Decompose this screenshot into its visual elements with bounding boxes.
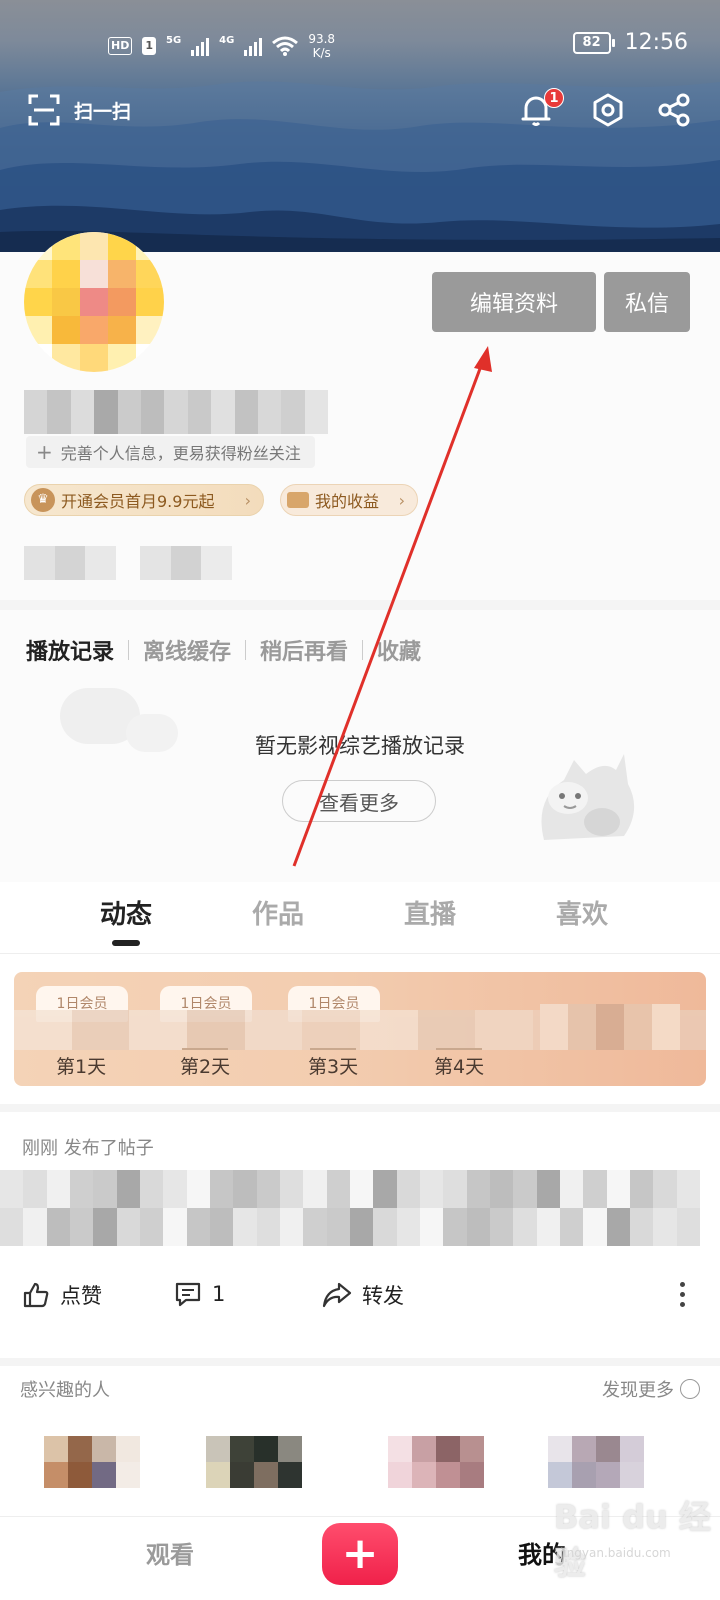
chevron-circle-icon [680,1379,700,1399]
like-label: 点赞 [60,1284,102,1308]
suggested-user-avatar[interactable] [388,1436,484,1488]
suggested-user-avatar[interactable] [44,1436,140,1488]
avatar[interactable] [24,232,164,372]
like-button[interactable]: 点赞 [22,1280,102,1310]
notification-badge: 1 [544,88,564,108]
profile-card: 编辑资料 私信 + 完善个人信息，更易获得粉丝关注 ♛ 开通会员首月9.9元起 … [0,232,720,600]
post-actions: 点赞 1 转发 [0,1272,720,1320]
comment-count: 1 [212,1282,226,1306]
network-speed: 93.8 K/s [308,32,336,60]
clock: 12:56 [624,30,688,55]
status-bar: HD 1 5G 4G 93.8 K/s 82 12:56 [0,26,720,66]
message-button[interactable]: 私信 [604,272,690,332]
sim-indicator: 1 [142,37,156,55]
share-button[interactable] [656,92,696,132]
progress-segment [182,1048,228,1050]
settings-button[interactable] [590,92,630,132]
tab-separator [128,640,130,660]
chevron-right-icon: › [244,490,251,510]
scan-label: 扫一扫 [74,100,132,123]
plus-icon: + [36,440,53,464]
vip-promo-text: 开通会员首月9.9元起 [61,492,215,511]
suggested-user-avatar[interactable] [206,1436,302,1488]
checkin-day: 第1天 [56,1056,107,1078]
hd-indicator: HD [108,37,133,55]
settings-icon [593,93,623,127]
scan-icon [28,94,60,126]
checkin-day: 第2天 [180,1056,231,1078]
tab-watch-later[interactable]: 稍后再看 [260,634,348,666]
notification-button[interactable]: 1 [518,88,564,132]
tab-live[interactable]: 直播 [404,894,456,931]
tab-play-history[interactable]: 播放记录 [26,634,114,666]
edit-profile-button[interactable]: 编辑资料 [432,272,596,332]
crown-icon: ♛ [31,488,55,512]
tab-separator [362,640,364,660]
complete-profile-hint[interactable]: + 完善个人信息，更易获得粉丝关注 [26,436,315,468]
share-label: 转发 [362,1284,404,1308]
earnings-button[interactable]: 我的收益 › [280,484,418,516]
profile-banner: HD 1 5G 4G 93.8 K/s 82 12:56 扫一扫 1 [0,0,720,252]
progress-segment [436,1048,482,1050]
tab-offline-cache[interactable]: 离线缓存 [143,634,231,666]
comment-icon [175,1282,201,1307]
baidu-watermark: Bai du 经验 jingyan.baidu.com [554,1466,714,1600]
battery-icon: 82 [572,31,615,54]
checkin-action-redacted[interactable] [540,1004,680,1050]
view-more-button[interactable]: 查看更多 [282,780,436,822]
share-icon [658,93,690,127]
vip-promo-button[interactable]: ♛ 开通会员首月9.9元起 › [24,484,264,516]
create-button[interactable]: + [322,1523,398,1585]
wallet-icon [287,492,309,508]
post-meta: 刚刚 发布了帖子 [22,1138,154,1159]
username-redacted [24,390,329,434]
network-type-2: 4G [219,34,235,46]
mascot-illustration [541,754,635,840]
wifi-icon [272,36,299,56]
history-tabs: 播放记录 离线缓存 稍后再看 收藏 [26,634,421,666]
tab-separator [245,640,247,660]
complete-profile-text: 完善个人信息，更易获得粉丝关注 [60,444,301,463]
forward-icon [322,1282,352,1308]
progress-segment [310,1048,356,1050]
signal-icon [191,36,210,56]
tab-activity[interactable]: 动态 [100,894,152,946]
tab-favorites[interactable]: 收藏 [377,634,421,666]
checkin-day: 第4天 [434,1056,485,1078]
tab-works[interactable]: 作品 [252,894,304,931]
tab-likes[interactable]: 喜欢 [556,894,608,931]
signal-icon-2 [244,36,263,56]
top-actions: 扫一扫 1 [0,84,720,140]
checkin-card[interactable]: 1日会员 1日会员 1日会员 第1天 第2天 第3天 第4天 [14,972,706,1086]
more-options-icon[interactable] [680,1282,686,1312]
post-content-redacted[interactable] [0,1170,700,1246]
share-post-button[interactable]: 转发 [322,1280,404,1310]
stats-redacted [24,546,233,580]
checkin-section: 1日会员 1日会员 1日会员 第1天 第2天 第3天 第4天 [0,954,720,1104]
content-tabs: 动态 作品 直播 喜欢 [0,882,720,954]
checkin-day: 第3天 [308,1056,359,1078]
network-type-1: 5G [166,34,182,46]
nav-watch[interactable]: 观看 [146,1535,194,1570]
comment-button[interactable]: 1 [174,1280,225,1308]
scan-button[interactable]: 扫一扫 [28,94,131,126]
watermark-logo: Bai du 经验 [554,1498,711,1582]
thumbs-up-icon [23,1282,49,1308]
post-card: 刚刚 发布了帖子 点赞 1 转发 [0,1112,720,1358]
active-tab-indicator [112,940,140,946]
earnings-text: 我的收益 [315,492,380,511]
chevron-right-icon: › [398,490,405,510]
interest-title: 感兴趣的人 [20,1380,110,1401]
history-section: 播放记录 离线缓存 稍后再看 收藏 暂无影视综艺播放记录 查看更多 [0,610,720,882]
watermark-url: jingyan.baidu.com [560,1546,671,1560]
discover-more-link[interactable]: 发现更多 [602,1376,700,1402]
